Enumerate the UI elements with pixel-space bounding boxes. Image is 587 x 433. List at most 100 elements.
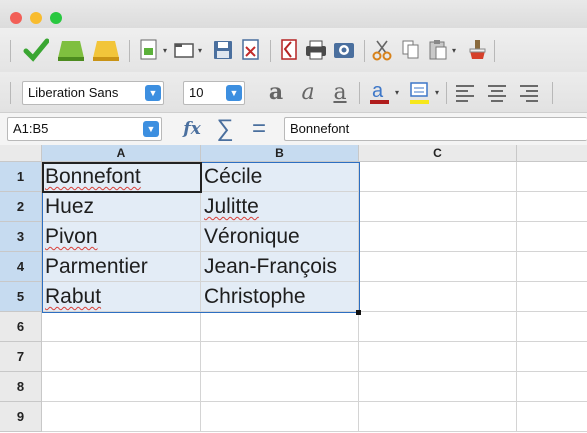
- cell-a2-text: Huez: [45, 195, 95, 218]
- apply-icon[interactable]: [22, 36, 50, 64]
- separator: [270, 40, 271, 62]
- fill-handle[interactable]: [356, 310, 361, 315]
- print-icon[interactable]: [304, 38, 328, 62]
- cut-icon[interactable]: [371, 38, 393, 62]
- name-box[interactable]: A1:B5 ▼: [7, 117, 162, 141]
- cell-a4[interactable]: Parmentier: [42, 252, 201, 282]
- row-header-2[interactable]: 2: [0, 192, 42, 222]
- minimize-window-button[interactable]: [30, 12, 42, 24]
- column-header-b[interactable]: B: [201, 145, 359, 162]
- row-header-5[interactable]: 5: [0, 282, 42, 312]
- cell-b2-text: Julitte: [204, 195, 259, 218]
- formula-input[interactable]: Bonnefont: [284, 117, 587, 141]
- italic-icon[interactable]: a: [296, 78, 320, 106]
- open-icon[interactable]: [173, 38, 195, 62]
- column-header-a[interactable]: A: [42, 145, 201, 162]
- close-window-button[interactable]: [10, 12, 22, 24]
- chevron-down-icon[interactable]: ▼: [226, 85, 242, 101]
- align-center-icon[interactable]: [484, 80, 510, 106]
- row-header-6[interactable]: 6: [0, 312, 42, 342]
- column-header-d[interactable]: [517, 145, 587, 162]
- cell-c8[interactable]: [359, 372, 517, 402]
- separator: [446, 82, 447, 104]
- yellow-bar-icon[interactable]: [91, 37, 121, 63]
- row-header-7[interactable]: 7: [0, 342, 42, 372]
- cell-d6[interactable]: [517, 312, 587, 342]
- cell-a9[interactable]: [42, 402, 201, 432]
- cell-a6[interactable]: [42, 312, 201, 342]
- green-bar-icon[interactable]: [56, 37, 86, 63]
- chevron-down-icon[interactable]: ▾: [432, 86, 442, 98]
- cell-b4[interactable]: Jean-François: [201, 252, 359, 282]
- clone-formatting-icon[interactable]: [466, 38, 488, 62]
- chevron-down-icon[interactable]: ▾: [195, 44, 205, 56]
- chevron-down-icon[interactable]: ▼: [145, 85, 161, 101]
- underline-icon[interactable]: a: [328, 78, 352, 106]
- chevron-down-icon[interactable]: ▾: [160, 44, 170, 56]
- cell-d9[interactable]: [517, 402, 587, 432]
- row-header-4[interactable]: 4: [0, 252, 42, 282]
- formatting-toolbar: Liberation Sans ▼ 10 ▼ a a a a ▾ ▾: [0, 72, 587, 113]
- name-box-value: A1:B5: [13, 121, 49, 136]
- row-header-8[interactable]: 8: [0, 372, 42, 402]
- formula-icon[interactable]: =: [246, 115, 272, 143]
- copy-icon[interactable]: [400, 38, 422, 62]
- svg-text:a: a: [372, 80, 384, 102]
- cell-c6[interactable]: [359, 312, 517, 342]
- cell-b6[interactable]: [201, 312, 359, 342]
- cell-a3[interactable]: Pivon: [42, 222, 201, 252]
- row-header-9[interactable]: 9: [0, 402, 42, 432]
- cell-d8[interactable]: [517, 372, 587, 402]
- cell-c7[interactable]: [359, 342, 517, 372]
- chevron-down-icon[interactable]: ▼: [143, 121, 159, 137]
- save-icon[interactable]: [212, 38, 234, 62]
- zoom-window-button[interactable]: [50, 12, 62, 24]
- font-name-box[interactable]: Liberation Sans ▼: [22, 81, 164, 105]
- cell-b5[interactable]: Christophe: [201, 282, 359, 312]
- cell-d7[interactable]: [517, 342, 587, 372]
- chevron-down-icon[interactable]: ▾: [392, 86, 402, 98]
- cell-b7[interactable]: [201, 342, 359, 372]
- spreadsheet-grid[interactable]: A B C 1 2 3 4 5 6 7 8 9 Bonnefont Cécile…: [0, 145, 587, 433]
- export-icon[interactable]: [240, 38, 262, 62]
- cell-b9[interactable]: [201, 402, 359, 432]
- cell-d1[interactable]: [517, 162, 587, 192]
- insert-sheet-icon[interactable]: [138, 38, 160, 62]
- cell-c5[interactable]: [359, 282, 517, 312]
- highlight-color-icon[interactable]: [406, 77, 432, 107]
- pdf-icon[interactable]: [278, 38, 300, 62]
- font-color-icon[interactable]: a: [366, 77, 392, 107]
- paste-icon[interactable]: [427, 38, 449, 62]
- cell-d4[interactable]: [517, 252, 587, 282]
- row-header-3[interactable]: 3: [0, 222, 42, 252]
- row-header-1[interactable]: 1: [0, 162, 42, 192]
- cell-c9[interactable]: [359, 402, 517, 432]
- cell-c1[interactable]: [359, 162, 517, 192]
- cell-d2[interactable]: [517, 192, 587, 222]
- cell-d5[interactable]: [517, 282, 587, 312]
- sum-icon[interactable]: ∑: [212, 115, 238, 143]
- align-left-icon[interactable]: [452, 80, 478, 106]
- cell-b2[interactable]: Julitte: [201, 192, 359, 222]
- cell-a2[interactable]: Huez: [42, 192, 201, 222]
- cell-b8[interactable]: [201, 372, 359, 402]
- bold-icon[interactable]: a: [264, 78, 288, 106]
- cell-d3[interactable]: [517, 222, 587, 252]
- function-wizard-icon[interactable]: fx: [178, 116, 206, 142]
- cell-c3[interactable]: [359, 222, 517, 252]
- cell-a8[interactable]: [42, 372, 201, 402]
- cell-c4[interactable]: [359, 252, 517, 282]
- cell-c2[interactable]: [359, 192, 517, 222]
- column-header-c[interactable]: C: [359, 145, 517, 162]
- cell-a5-text: Rabut: [45, 285, 102, 308]
- print-preview-icon[interactable]: [332, 38, 356, 62]
- align-right-icon[interactable]: [516, 80, 542, 106]
- font-size-box[interactable]: 10 ▼: [183, 81, 245, 105]
- cell-b3[interactable]: Véronique: [201, 222, 359, 252]
- cell-b1[interactable]: Cécile: [201, 162, 359, 192]
- cell-a1[interactable]: Bonnefont: [42, 162, 201, 192]
- select-all-corner[interactable]: [0, 145, 42, 162]
- chevron-down-icon[interactable]: ▾: [449, 44, 459, 56]
- cell-a5[interactable]: Rabut: [42, 282, 201, 312]
- cell-a7[interactable]: [42, 342, 201, 372]
